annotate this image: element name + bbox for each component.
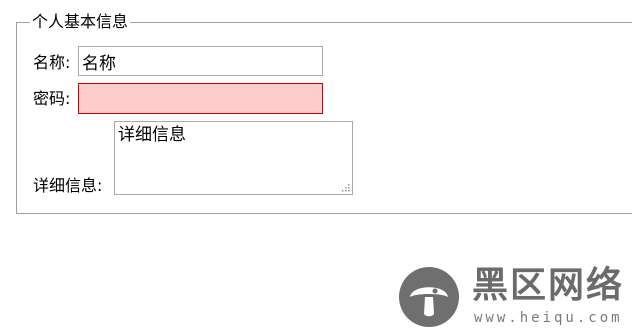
fieldset-legend: 个人基本信息: [30, 12, 131, 32]
name-input[interactable]: [78, 46, 323, 76]
name-label: 名称:: [33, 53, 71, 72]
details-textarea-text: 详细信息: [118, 125, 186, 145]
resize-grip-icon[interactable]: [340, 182, 350, 192]
watermark-url: www.heiqu.com: [474, 310, 623, 326]
details-textarea[interactable]: 详细信息: [114, 121, 353, 195]
mushroom-logo-icon: [399, 267, 459, 327]
details-label: 详细信息:: [33, 176, 103, 195]
watermark-title: 黑区网络: [472, 265, 625, 306]
watermark: 黑区网络 www.heiqu.com: [398, 264, 628, 332]
password-label: 密码:: [33, 89, 71, 108]
password-input[interactable]: [78, 83, 323, 114]
